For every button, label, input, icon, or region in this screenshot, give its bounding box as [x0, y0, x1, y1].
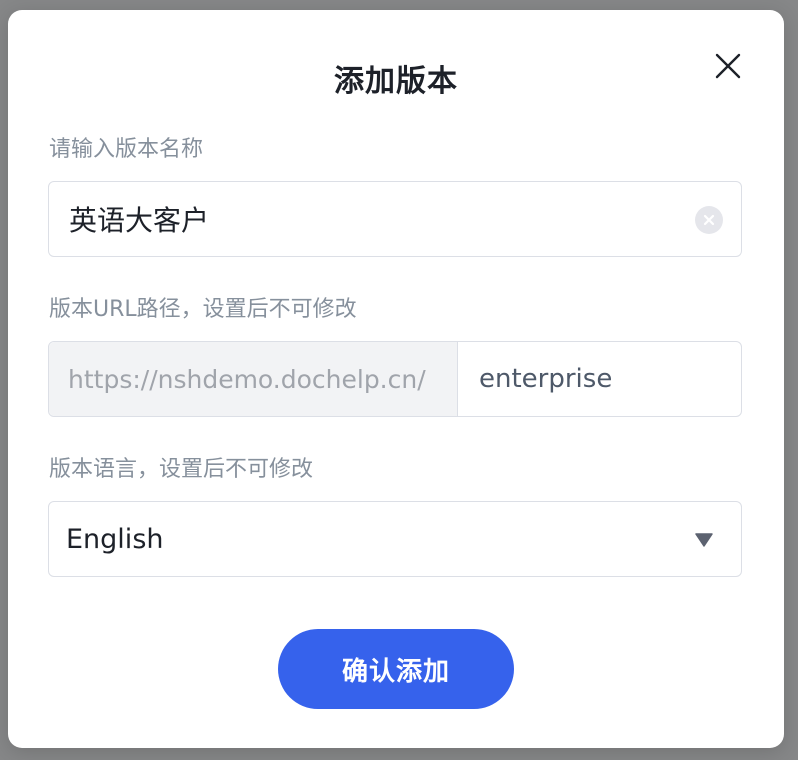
- selected-language: English: [66, 523, 164, 555]
- version-name-label: 请输入版本名称: [49, 137, 204, 162]
- version-url-field[interactable]: https://nshdemo.dochelp.cn/: [48, 341, 742, 417]
- confirm-add-button[interactable]: 确认添加: [278, 629, 514, 709]
- version-language-label: 版本语言，设置后不可修改: [49, 457, 314, 482]
- caret-down-icon: [695, 532, 713, 548]
- version-url-label: 版本URL路径，设置后不可修改: [49, 297, 357, 322]
- version-url-input[interactable]: [479, 342, 729, 416]
- url-prefix: https://nshdemo.dochelp.cn/: [49, 342, 458, 416]
- clear-circle-icon[interactable]: [695, 206, 723, 234]
- version-name-field[interactable]: [48, 181, 742, 257]
- close-button[interactable]: [712, 50, 744, 82]
- version-name-input[interactable]: [69, 182, 669, 256]
- version-language-select[interactable]: English: [48, 501, 742, 577]
- dialog-title: 添加版本: [334, 64, 458, 99]
- close-icon: [715, 53, 741, 79]
- add-version-dialog: 添加版本 请输入版本名称 版本URL路径，设置后不可修改 https://nsh…: [8, 10, 784, 748]
